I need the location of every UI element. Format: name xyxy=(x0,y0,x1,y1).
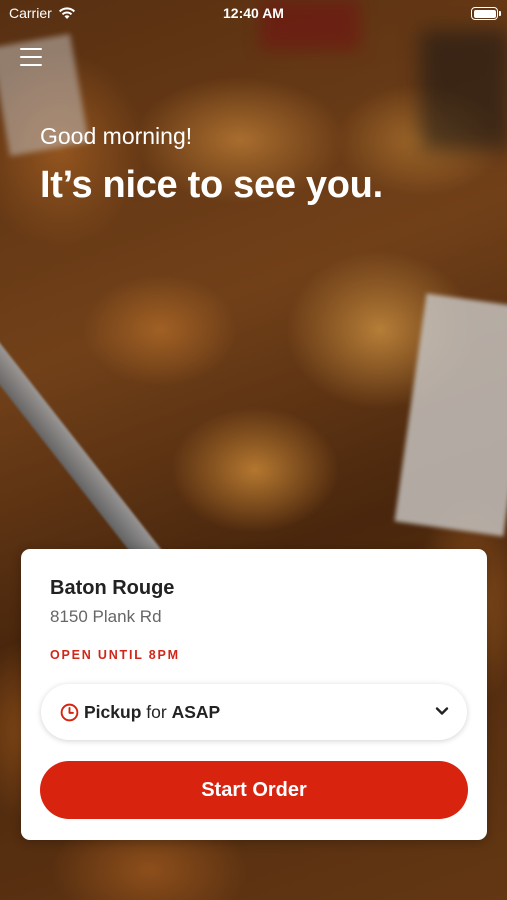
start-order-button[interactable]: Start Order xyxy=(40,761,468,819)
status-time: 12:40 AM xyxy=(223,5,284,21)
store-name: Baton Rouge xyxy=(50,577,175,599)
status-bar: Carrier 12:40 AM xyxy=(0,0,507,28)
pickup-summary: Pickup for ASAP xyxy=(84,702,220,723)
menu-button[interactable] xyxy=(20,48,42,68)
store-card: Baton Rouge 8150 Plank Rd OPEN UNTIL 8PM… xyxy=(21,549,487,840)
greeting-text: Good morning! xyxy=(40,123,193,149)
clock-icon xyxy=(60,703,79,721)
hamburger-icon xyxy=(20,48,42,50)
store-address: 8150 Plank Rd xyxy=(50,607,162,626)
pickup-time-select[interactable]: Pickup for ASAP xyxy=(41,684,467,740)
chevron-down-icon xyxy=(435,707,449,715)
order-connector: for xyxy=(146,701,167,722)
battery-icon xyxy=(471,7,501,20)
order-time: ASAP xyxy=(171,701,221,722)
order-mode: Pickup xyxy=(84,701,142,722)
store-hours: OPEN UNTIL 8PM xyxy=(50,648,180,662)
headline-text: It’s nice to see you. xyxy=(40,164,383,206)
